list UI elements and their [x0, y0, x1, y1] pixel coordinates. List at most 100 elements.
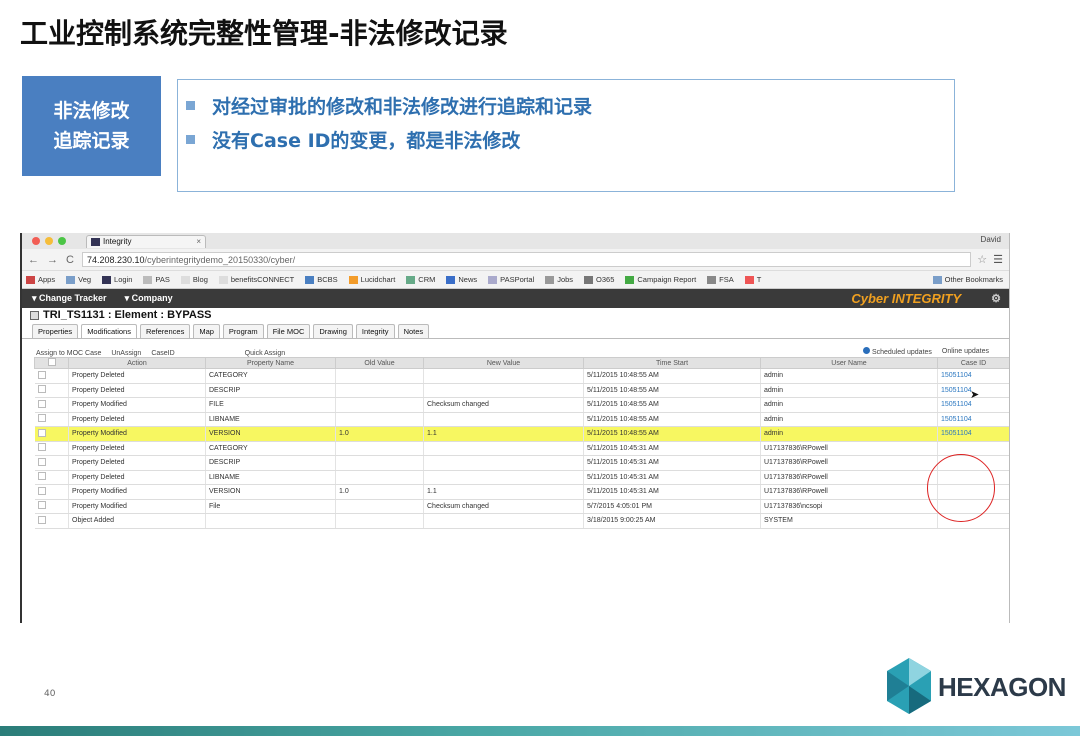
- tab-map[interactable]: Map: [193, 324, 220, 338]
- company-menu[interactable]: ▾ Company: [125, 293, 173, 304]
- assign-moc-button[interactable]: Assign to MOC Case: [36, 350, 101, 357]
- bookmark-item[interactable]: T: [744, 275, 761, 284]
- modifications-table: Action Property Name Old Value New Value…: [34, 357, 1009, 529]
- column-header-property-name[interactable]: Property Name: [205, 357, 336, 369]
- cell-new-value: [423, 455, 584, 471]
- table-row[interactable]: Property Deleted CATEGORY 5/11/2015 10:45:…: [34, 441, 1009, 456]
- table-row[interactable]: Property Modified File Checksum changed 5/7…: [34, 499, 1009, 514]
- bookmark-item[interactable]: Campaign Report: [625, 275, 696, 284]
- bookmark-item[interactable]: Veg: [66, 275, 91, 284]
- cell-time-start: 3/18/2015 9:00:25 AM: [583, 513, 761, 529]
- cell-property-name: [205, 513, 336, 529]
- unassign-button[interactable]: UnAssign: [111, 350, 141, 357]
- table-row[interactable]: Property Deleted DESCRIP 5/11/2015 10:48:5…: [34, 383, 1009, 398]
- cell-property-name: VERSION: [205, 484, 336, 500]
- bookmark-item[interactable]: Blog: [180, 275, 208, 284]
- other-bookmarks[interactable]: Other Bookmarks: [932, 275, 1003, 284]
- row-select-cell[interactable]: [34, 412, 69, 427]
- bookmark-item[interactable]: Apps: [26, 275, 55, 284]
- bookmark-item[interactable]: FSA: [707, 275, 734, 284]
- cell-time-start: 5/11/2015 10:45:31 AM: [583, 470, 761, 485]
- row-select-cell[interactable]: [34, 368, 69, 384]
- bookmark-label: Login: [114, 275, 133, 284]
- forward-icon[interactable]: →: [47, 254, 58, 266]
- cell-user-name: SYSTEM: [760, 513, 938, 529]
- table-row[interactable]: Property Deleted LIBNAME 5/11/2015 10:48:5…: [34, 412, 1009, 427]
- minimize-window-icon[interactable]: [45, 237, 53, 245]
- table-row[interactable]: Object Added 3/18/2015 9:00:25 AM SYSTEM: [34, 513, 1009, 529]
- quick-assign-button[interactable]: Quick Assign: [245, 350, 285, 357]
- reload-icon[interactable]: C: [66, 254, 74, 266]
- bookmark-item[interactable]: benefitsCONNECT: [218, 275, 294, 284]
- table-row[interactable]: Property Modified FILE Checksum changed 5/1…: [34, 397, 1009, 413]
- bookmark-item[interactable]: BCBS: [305, 275, 338, 284]
- tab-modifications[interactable]: Modifications: [81, 324, 137, 338]
- column-header-user-name[interactable]: User Name: [760, 357, 938, 369]
- bookmark-item[interactable]: News: [446, 275, 477, 284]
- bookmark-label: PASPortal: [500, 275, 535, 284]
- tab-close-icon[interactable]: ×: [196, 237, 201, 246]
- cell-time-start: 5/11/2015 10:45:31 AM: [583, 484, 761, 500]
- tab-integrity[interactable]: Integrity: [355, 324, 395, 338]
- table-row[interactable]: Property Modified VERSION 1.0 1.1 5/11/2015 …: [34, 484, 1009, 500]
- cell-user-name: admin: [760, 397, 938, 413]
- cell-old-value: [335, 368, 424, 384]
- hexagon-logo-text: HEXAGON: [938, 672, 1066, 702]
- column-header-action[interactable]: Action: [68, 357, 206, 369]
- bookmark-item[interactable]: Lucidchart: [348, 275, 395, 284]
- row-select-cell[interactable]: [34, 383, 69, 398]
- gear-icon[interactable]: ⚙: [991, 292, 1001, 305]
- column-header-new-value[interactable]: New Value: [423, 357, 584, 369]
- column-header-case-id[interactable]: Case ID: [937, 357, 1009, 369]
- back-icon[interactable]: ←: [28, 254, 39, 266]
- select-all-header[interactable]: [34, 357, 69, 369]
- cell-action: Property Modified: [68, 484, 206, 500]
- bookmark-item[interactable]: CRM: [406, 275, 435, 284]
- table-row[interactable]: Property Modified VERSION 1.0 1.1 5/11/2015 …: [34, 426, 1009, 442]
- tab-references[interactable]: References: [139, 324, 191, 338]
- cell-property-name: LIBNAME: [205, 470, 336, 485]
- online-updates-radio[interactable]: Online updates: [942, 348, 989, 355]
- tab-program[interactable]: Program: [222, 324, 264, 338]
- bookmark-item[interactable]: Jobs: [545, 275, 573, 284]
- tab-drawing[interactable]: Drawing: [313, 324, 353, 338]
- star-icon[interactable]: ☆: [977, 253, 987, 266]
- column-header-time-start[interactable]: Time Start: [583, 357, 761, 369]
- row-select-cell[interactable]: [34, 484, 69, 500]
- scheduled-updates-radio[interactable]: Scheduled updates: [862, 347, 932, 356]
- cell-time-start: 5/11/2015 10:45:31 AM: [583, 455, 761, 471]
- row-select-cell[interactable]: [34, 455, 69, 471]
- change-tracker-menu[interactable]: ▾ Change Tracker: [32, 293, 107, 304]
- tab-file-moc[interactable]: File MOC: [266, 324, 311, 338]
- row-select-cell[interactable]: [34, 426, 69, 442]
- tab-properties[interactable]: Properties: [32, 324, 79, 338]
- row-select-cell[interactable]: [34, 397, 69, 413]
- maximize-window-icon[interactable]: [58, 237, 66, 245]
- checkbox-icon: [47, 358, 56, 366]
- row-select-cell[interactable]: [34, 441, 69, 456]
- browser-tab[interactable]: Integrity ×: [86, 234, 206, 248]
- bookmark-item[interactable]: Login: [102, 275, 132, 284]
- checkbox-icon: [37, 428, 46, 437]
- table-row[interactable]: Property Deleted DESCRIP 5/11/2015 10:45:3…: [34, 455, 1009, 471]
- table-row[interactable]: Property Deleted LIBNAME 5/11/2015 10:45:3…: [34, 470, 1009, 485]
- checkbox-icon: [37, 501, 46, 510]
- cell-time-start: 5/11/2015 10:48:55 AM: [583, 368, 761, 384]
- tab-notes[interactable]: Notes: [397, 324, 430, 338]
- column-header-old-value[interactable]: Old Value: [335, 357, 424, 369]
- url-bar: ← → C 74.208.230.10/cyberintegritydemo_2…: [22, 249, 1009, 271]
- menu-icon[interactable]: ☰: [993, 253, 1003, 266]
- bookmark-item[interactable]: PASPortal: [488, 275, 534, 284]
- browser-user[interactable]: David: [981, 235, 1001, 244]
- bookmark-item[interactable]: O365: [584, 275, 614, 284]
- row-select-cell[interactable]: [34, 513, 69, 529]
- bookmark-item[interactable]: PAS: [143, 275, 170, 284]
- cell-action: Property Modified: [68, 397, 206, 413]
- table-row[interactable]: Property Deleted CATEGORY 5/11/2015 10:48:…: [34, 368, 1009, 384]
- close-window-icon[interactable]: [32, 237, 40, 245]
- fsa-icon: [707, 275, 717, 284]
- row-select-cell[interactable]: [34, 499, 69, 514]
- caseid-input[interactable]: CaseID: [151, 350, 174, 357]
- address-input[interactable]: 74.208.230.10/cyberintegritydemo_2015033…: [81, 252, 972, 267]
- row-select-cell[interactable]: [34, 470, 69, 485]
